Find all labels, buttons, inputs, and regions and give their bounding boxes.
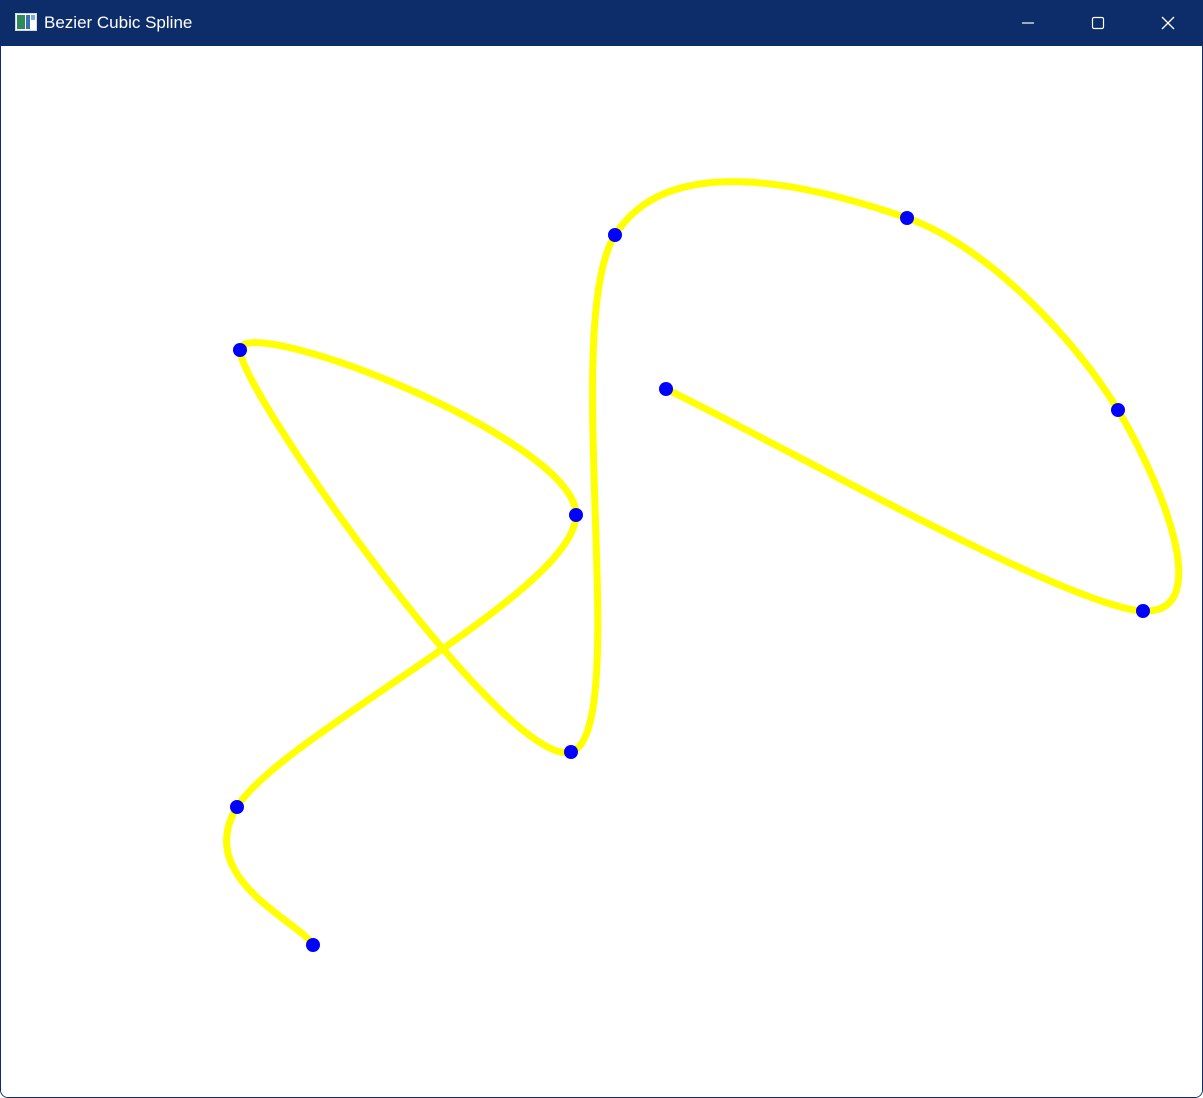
control-point-1[interactable] [306,938,320,952]
control-point-9[interactable] [1136,604,1150,618]
title-bar[interactable]: Bezier Cubic Spline [1,0,1202,46]
bezier-spline-curve [223,178,1183,949]
control-point-5[interactable] [564,745,578,759]
maximize-icon [1091,16,1105,30]
app-icon [15,13,37,31]
maximize-button[interactable] [1063,0,1133,46]
minimize-icon [1022,22,1034,24]
close-button[interactable] [1133,0,1202,46]
control-point-2[interactable] [230,800,244,814]
control-point-6[interactable] [608,228,622,242]
window-title: Bezier Cubic Spline [44,13,193,32]
control-point-7[interactable] [900,211,914,225]
minimize-button[interactable] [993,0,1063,46]
close-icon [1161,16,1175,30]
drawing-area[interactable] [1,46,1202,1097]
control-points [230,211,1150,952]
control-point-8[interactable] [1111,403,1125,417]
control-point-10[interactable] [659,382,673,396]
control-point-4[interactable] [233,343,247,357]
control-point-3[interactable] [569,508,583,522]
app-window: Bezier Cubic Spline [0,0,1203,1098]
spline-canvas[interactable] [1,46,1202,1097]
